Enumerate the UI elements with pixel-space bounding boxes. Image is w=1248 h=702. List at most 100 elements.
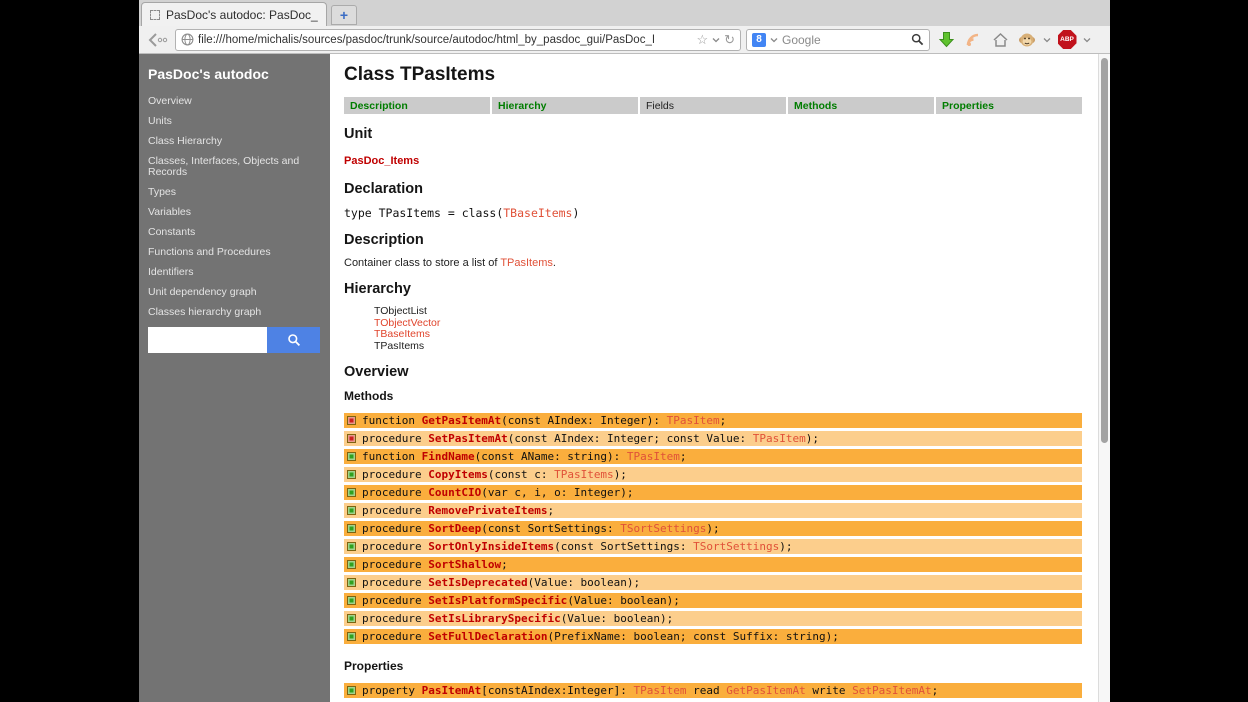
greasemonkey-button[interactable] [1016, 29, 1038, 51]
new-tab-button[interactable]: + [331, 5, 357, 25]
section-link-properties[interactable]: Properties [936, 97, 1082, 114]
hierarchy-item-tbaseitems[interactable]: TBaseItems [374, 329, 1082, 341]
identifier-link[interactable]: SetIsDeprecated [428, 576, 527, 589]
identifier-link[interactable]: GetPasItemAt [422, 414, 501, 427]
declaration-code: procedure SortOnlyInsideItems(const Sort… [362, 540, 793, 553]
sidebar-item-units[interactable]: Units [148, 116, 320, 127]
url-bar[interactable]: file:///home/michalis/sources/pasdoc/tru… [175, 29, 741, 51]
back-forward-button[interactable] [144, 29, 170, 51]
search-input[interactable]: Google [782, 33, 907, 47]
type-link[interactable]: TPasItem [634, 684, 687, 697]
identifier-link[interactable]: RemovePrivateItems [428, 504, 547, 517]
code-text: procedure [362, 522, 428, 535]
methods-heading: Methods [344, 389, 1082, 403]
code-text: (Value: boolean); [528, 576, 641, 589]
search-bar[interactable]: 8 Google [746, 29, 930, 51]
identifier-link[interactable]: SetPasItemAt [428, 432, 507, 445]
public-visibility-icon [347, 614, 356, 623]
page-viewport: PasDoc's autodoc OverviewUnitsClass Hier… [139, 54, 1110, 702]
chevron-down-icon[interactable] [1083, 36, 1091, 44]
identifier-link[interactable]: SetIsLibrarySpecific [428, 612, 560, 625]
download-button[interactable] [935, 29, 957, 51]
type-link[interactable]: TBaseItems [503, 206, 572, 220]
sidebar-item-classes-interfaces-objects-and-records[interactable]: Classes, Interfaces, Objects and Records [148, 156, 320, 178]
sidebar-item-constants[interactable]: Constants [148, 227, 320, 238]
type-link[interactable]: TSortSettings [620, 522, 706, 535]
sidebar-search-input[interactable] [148, 327, 267, 353]
browser-tab[interactable]: PasDoc's autodoc: PasDoc_I... [141, 2, 327, 26]
adblock-button[interactable]: ABP [1056, 29, 1078, 51]
declaration-code: function GetPasItemAt(const AIndex: Inte… [362, 414, 726, 427]
sidebar-item-unit-dependency-graph[interactable]: Unit dependency graph [148, 287, 320, 298]
sidebar-item-class-hierarchy[interactable]: Class Hierarchy [148, 136, 320, 147]
section-links-table: DescriptionHierarchyFieldsMethodsPropert… [344, 97, 1082, 114]
code-text: procedure [362, 612, 428, 625]
type-link[interactable]: TPasItem [627, 450, 680, 463]
declaration-code: procedure CopyItems(const c: TPasItems); [362, 468, 627, 481]
unit-link[interactable]: PasDoc_Items [344, 155, 419, 167]
type-link[interactable]: TPasItems [554, 468, 614, 481]
sidebar-item-variables[interactable]: Variables [148, 207, 320, 218]
declaration-row: procedure CopyItems(const c: TPasItems); [344, 467, 1082, 482]
type-link[interactable]: TPasItems [500, 257, 553, 269]
home-button[interactable] [989, 29, 1011, 51]
declaration-code: procedure CountCIO(var c, i, o: Integer)… [362, 486, 634, 499]
code-text: ); [614, 468, 627, 481]
reload-icon[interactable]: ↻ [724, 33, 735, 46]
type-link[interactable]: SetPasItemAt [852, 684, 931, 697]
public-visibility-icon [347, 596, 356, 605]
description-text-part: . [553, 257, 556, 269]
methods-table: function GetPasItemAt(const AIndex: Inte… [344, 413, 1082, 644]
identifier-link[interactable]: SortOnlyInsideItems [428, 540, 554, 553]
declaration-row: procedure SetFullDeclaration(PrefixName:… [344, 629, 1082, 644]
code-text: ) [573, 206, 580, 220]
declaration-row: procedure SetIsLibrarySpecific(Value: bo… [344, 611, 1082, 626]
plus-icon: + [340, 8, 348, 22]
code-text: write [806, 684, 852, 697]
url-text[interactable]: file:///home/michalis/sources/pasdoc/tru… [198, 34, 692, 46]
vertical-scrollbar[interactable] [1098, 54, 1110, 702]
chevron-down-icon[interactable] [1043, 36, 1051, 44]
identifier-link[interactable]: FindName [422, 450, 475, 463]
section-link-description[interactable]: Description [344, 97, 490, 114]
identifier-link[interactable]: PasItemAt [422, 684, 482, 697]
protected-visibility-icon [347, 434, 356, 443]
public-visibility-icon [347, 560, 356, 569]
section-link-methods[interactable]: Methods [788, 97, 934, 114]
sidebar-item-overview[interactable]: Overview [148, 96, 320, 107]
type-link[interactable]: TSortSettings [693, 540, 779, 553]
type-link[interactable]: GetPasItemAt [726, 684, 805, 697]
scrollbar-thumb[interactable] [1101, 58, 1108, 443]
hierarchy-item-tobjectvector[interactable]: TObjectVector [374, 318, 1082, 330]
sidebar-item-classes-hierarchy-graph[interactable]: Classes hierarchy graph [148, 307, 320, 318]
identifier-link[interactable]: SetFullDeclaration [428, 630, 547, 643]
identifier-link[interactable]: SortShallow [428, 558, 501, 571]
sidebar-item-functions-and-procedures[interactable]: Functions and Procedures [148, 247, 320, 258]
code-text: ; [501, 558, 508, 571]
bookmark-star-icon[interactable]: ☆ [696, 33, 708, 46]
type-link[interactable]: TPasItem [753, 432, 806, 445]
code-text: (const AIndex: Integer; const Value: [508, 432, 753, 445]
back-forward-icon [145, 31, 169, 49]
public-visibility-icon [347, 488, 356, 497]
section-link-fields: Fields [640, 97, 786, 114]
declaration-heading: Declaration [344, 181, 1082, 197]
identifier-link[interactable]: SortDeep [428, 522, 481, 535]
screen-background: PasDoc's autodoc: PasDoc_I... + [0, 0, 1248, 702]
rss-button[interactable] [962, 29, 984, 51]
section-link-hierarchy[interactable]: Hierarchy [492, 97, 638, 114]
type-link[interactable]: TPasItem [667, 414, 720, 427]
identifier-link[interactable]: SetIsPlatformSpecific [428, 594, 567, 607]
chevron-down-icon[interactable] [712, 36, 720, 44]
sidebar-search-button[interactable] [267, 327, 320, 353]
search-engine-icon[interactable]: 8 [752, 33, 766, 47]
identifier-link[interactable]: CopyItems [428, 468, 488, 481]
sidebar-item-identifiers[interactable]: Identifiers [148, 267, 320, 278]
magnifier-icon[interactable] [911, 33, 924, 46]
code-text: procedure [362, 468, 428, 481]
chevron-down-icon[interactable] [770, 36, 778, 44]
search-icon [287, 333, 301, 347]
declaration-row: procedure SortDeep(const SortSettings: T… [344, 521, 1082, 536]
sidebar-item-types[interactable]: Types [148, 187, 320, 198]
identifier-link[interactable]: CountCIO [428, 486, 481, 499]
